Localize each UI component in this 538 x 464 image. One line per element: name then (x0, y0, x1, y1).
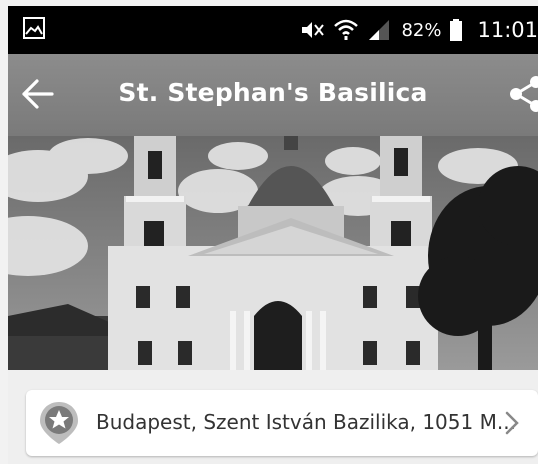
clock-time: 11:01 (477, 18, 538, 42)
app-screen: 82% 11:01 St. Stephan's Basilica Budapes… (0, 0, 538, 464)
battery-icon (450, 19, 463, 41)
page-title: St. Stephan's Basilica (118, 78, 428, 107)
wifi-icon (334, 19, 359, 40)
address-section: Budapest, Szent István Bazilika, 1051 M.… (8, 370, 538, 464)
address-card[interactable]: Budapest, Szent István Bazilika, 1051 M.… (26, 390, 538, 456)
address-text: Budapest, Szent István Bazilika, 1051 M.… (96, 410, 516, 434)
mute-icon (302, 22, 325, 38)
battery-percent: 82% (401, 19, 442, 41)
chevron-right-icon (505, 411, 519, 435)
location-star-icon (40, 402, 78, 444)
share-icon[interactable] (502, 72, 538, 116)
image-icon (23, 17, 45, 39)
hero-image (8, 136, 538, 370)
basilica-photo (8, 136, 538, 370)
status-icons: 82% 11:01 (299, 6, 538, 54)
status-bar: 82% 11:01 (8, 6, 538, 54)
signal-icon (369, 20, 390, 40)
app-toolbar: St. Stephan's Basilica (8, 54, 538, 136)
